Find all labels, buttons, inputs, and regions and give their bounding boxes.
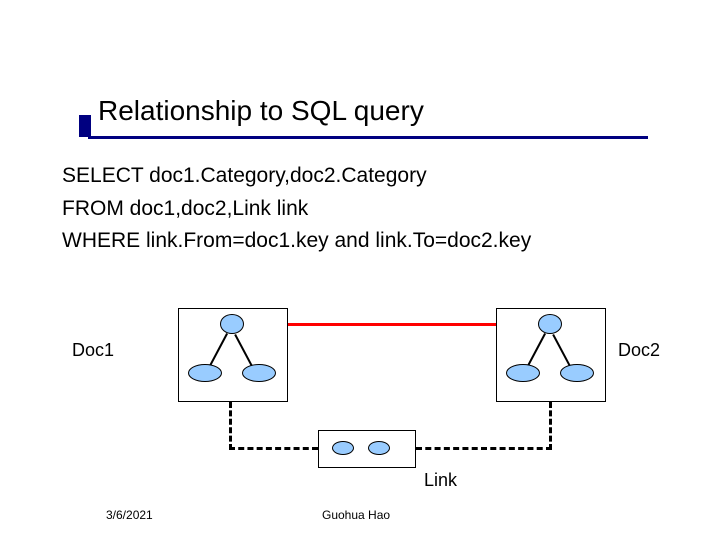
slide-title: Relationship to SQL query [98,95,424,133]
footer-date: 3/6/2021 [106,508,153,522]
dashed-connector-doc2-v [549,402,552,450]
dashed-connector-doc1-h [229,447,318,450]
slide: Relationship to SQL query SELECT doc1.Ca… [0,0,720,540]
doc2-label: Doc2 [618,340,660,361]
doc1-node-right-icon [242,364,276,382]
doc2-node-root-icon [538,314,562,334]
sql-line-select: SELECT doc1.Category,doc2.Category [62,160,531,193]
doc2-node-right-icon [560,364,594,382]
link-node-right-icon [368,441,390,455]
sql-line-from: FROM doc1,doc2,Link link [62,193,531,226]
doc1-node-root-icon [220,314,244,334]
title-underline [88,136,648,139]
dashed-connector-doc2-h [416,447,552,450]
footer-author: Guohua Hao [322,508,390,522]
link-label: Link [424,470,457,491]
sql-line-where: WHERE link.From=doc1.key and link.To=doc… [62,225,531,258]
doc1-node-left-icon [188,364,222,382]
link-node-left-icon [332,441,354,455]
diagram: Doc1 Doc2 Link [60,302,660,482]
doc2-node-left-icon [506,364,540,382]
sql-query-block: SELECT doc1.Category,doc2.Category FROM … [62,160,531,258]
title-marker [79,115,91,137]
dashed-connector-doc1-v [229,402,232,450]
doc1-label: Doc1 [72,340,114,361]
link-connector-line [244,323,538,326]
